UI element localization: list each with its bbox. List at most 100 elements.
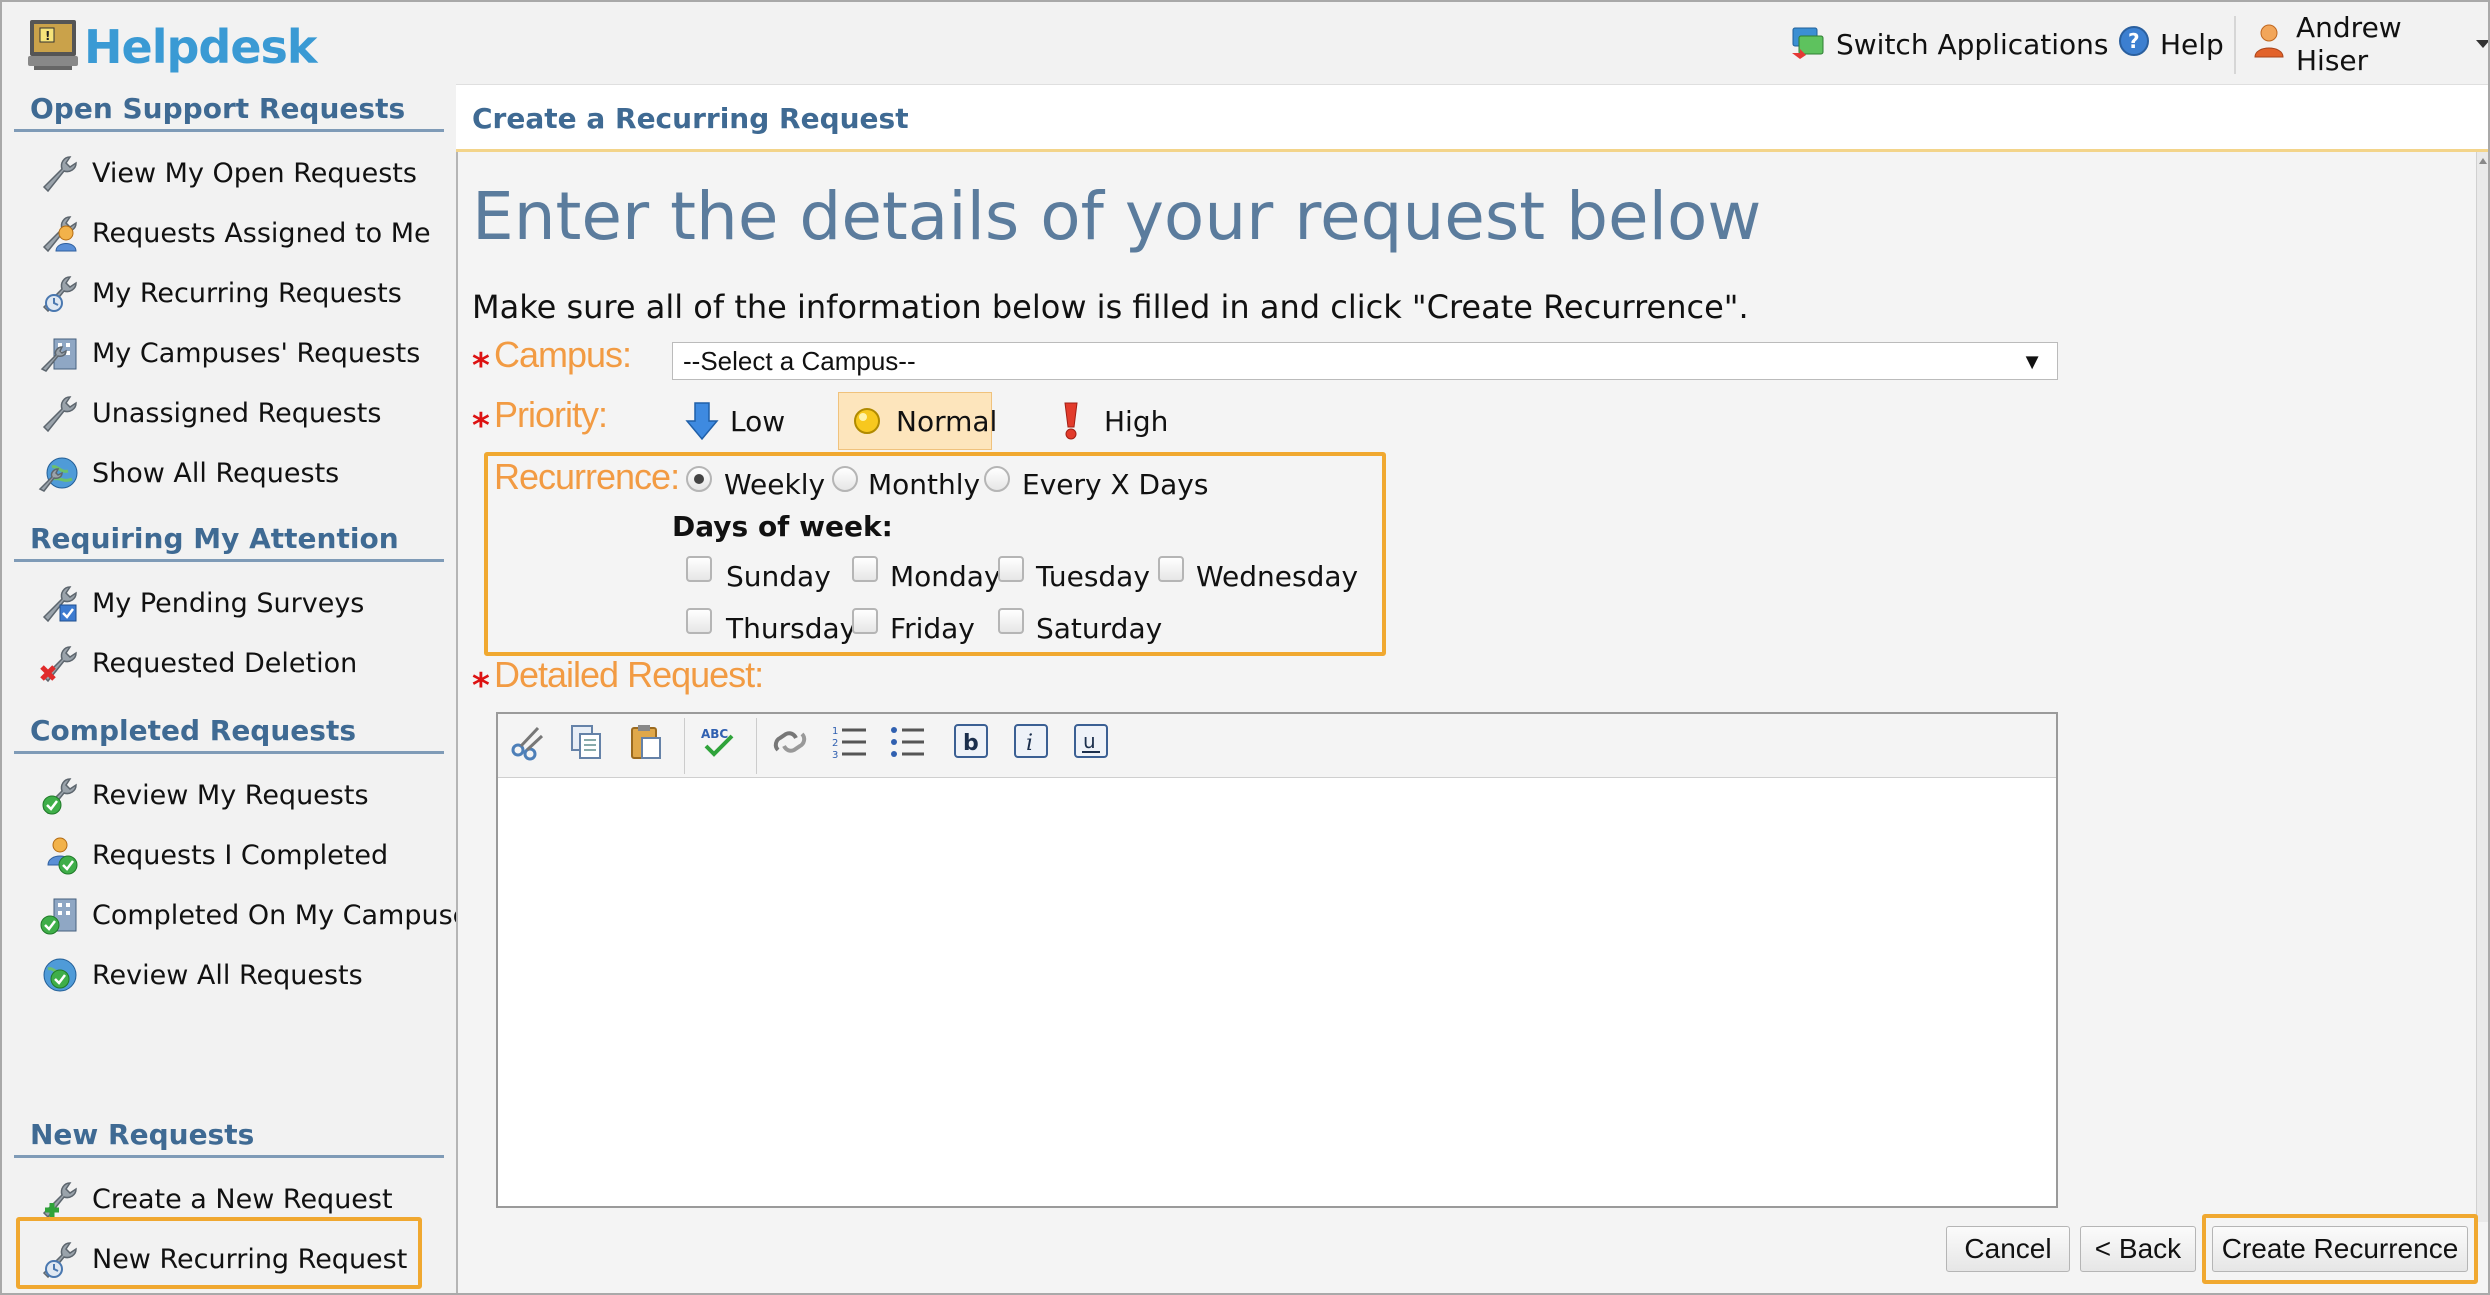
- svg-text:ABC: ABC: [701, 727, 728, 741]
- section-divider: [14, 1155, 444, 1158]
- section-title-new-requests: New Requests: [30, 1118, 255, 1151]
- priority-normal-label: Normal: [896, 404, 998, 438]
- underline-icon[interactable]: u: [1072, 722, 1112, 762]
- bold-icon[interactable]: b: [952, 722, 992, 762]
- wrench-icon: [42, 396, 77, 433]
- copy-icon[interactable]: [566, 722, 606, 762]
- recurrence-every-x-days-label[interactable]: Every X Days: [1022, 468, 1208, 501]
- italic-icon[interactable]: i: [1012, 722, 1052, 762]
- exclamation-icon: [1064, 402, 1078, 440]
- sidebar-item-requested-deletion[interactable]: Requested Deletion: [38, 640, 438, 686]
- sidebar-item-my-campuses-requests[interactable]: My Campuses' Requests: [38, 330, 438, 376]
- delete-wrench-icon: [40, 646, 77, 683]
- day-friday-label[interactable]: Friday: [890, 612, 975, 645]
- recurrence-label: Recurrence:: [494, 456, 680, 497]
- recurrence-weekly-radio[interactable]: [686, 466, 712, 492]
- required-marker: *: [472, 346, 490, 386]
- sidebar-item-requests-assigned-to-me[interactable]: Requests Assigned to Me: [38, 210, 438, 256]
- day-monday-checkbox[interactable]: [852, 556, 878, 582]
- priority-option-normal[interactable]: Normal: [852, 390, 997, 452]
- sidebar-item-show-all-requests[interactable]: Show All Requests: [38, 450, 438, 496]
- svg-text:b: b: [963, 731, 979, 756]
- help-label: Help: [2160, 27, 2224, 61]
- switch-apps-icon: [1790, 23, 1826, 66]
- priority-option-high[interactable]: High: [1056, 390, 1168, 452]
- day-sunday-checkbox[interactable]: [686, 556, 712, 582]
- scroll-up-icon[interactable]: [2476, 152, 2490, 170]
- day-saturday-checkbox[interactable]: [998, 608, 1024, 634]
- day-monday-label[interactable]: Monday: [890, 560, 1001, 593]
- day-wednesday-checkbox[interactable]: [1158, 556, 1184, 582]
- user-avatar-icon: [2252, 23, 2286, 66]
- campus-label: Campus:: [494, 334, 632, 375]
- sidebar-item-view-my-open-requests[interactable]: View My Open Requests: [38, 150, 438, 196]
- sidebar-item-label: My Pending Surveys: [92, 587, 365, 619]
- sidebar-item-requests-i-completed[interactable]: Requests I Completed: [38, 832, 438, 878]
- app-title[interactable]: Helpdesk: [84, 20, 317, 74]
- day-friday-checkbox[interactable]: [852, 608, 878, 634]
- section-title-open-support-requests: Open Support Requests: [30, 92, 406, 125]
- switch-applications-menu[interactable]: Switch Applications: [1790, 22, 2137, 66]
- day-saturday-label[interactable]: Saturday: [1036, 612, 1162, 645]
- numbered-list-icon[interactable]: 1 2 3: [830, 722, 870, 762]
- day-wednesday-label[interactable]: Wednesday: [1196, 560, 1358, 593]
- sidebar-item-label: Requests I Completed: [92, 839, 389, 871]
- cancel-button[interactable]: Cancel: [1946, 1226, 2070, 1272]
- toolbar-separator: [684, 718, 685, 774]
- detailed-request-text[interactable]: [512, 792, 2042, 1192]
- sidebar-item-label: Create a New Request: [92, 1183, 393, 1215]
- sidebar-item-create-a-new-request[interactable]: Create a New Request: [38, 1176, 438, 1222]
- spell-check-icon[interactable]: ABC: [698, 722, 738, 762]
- svg-text:!: !: [45, 29, 50, 43]
- section-divider: [14, 751, 444, 754]
- back-button[interactable]: < Back: [2080, 1226, 2196, 1272]
- recurrence-monthly-label[interactable]: Monthly: [868, 468, 980, 501]
- sidebar-item-label: My Recurring Requests: [92, 277, 402, 309]
- user-menu[interactable]: Andrew Hiser: [2252, 11, 2490, 77]
- help-link[interactable]: ? Help: [2118, 22, 2224, 66]
- sidebar-item-my-recurring-requests[interactable]: My Recurring Requests: [38, 270, 438, 316]
- recurrence-monthly-radio[interactable]: [832, 466, 858, 492]
- sidebar-item-my-pending-surveys[interactable]: My Pending Surveys: [38, 580, 438, 626]
- globe-wrench-icon: [38, 457, 78, 492]
- svg-text:1: 1: [832, 726, 838, 737]
- vertical-scrollbar[interactable]: [2476, 152, 2490, 1222]
- sidebar-item-label: Requests Assigned to Me: [92, 217, 431, 249]
- priority-option-low[interactable]: Low: [684, 390, 785, 452]
- day-thursday-label[interactable]: Thursday: [726, 612, 856, 645]
- required-marker: *: [472, 406, 490, 446]
- sidebar-item-completed-on-my-campuses[interactable]: Completed On My Campuses: [38, 892, 483, 938]
- recurrence-every-x-days-radio[interactable]: [984, 466, 1010, 492]
- priority-low-label: Low: [730, 404, 786, 438]
- sidebar-item-unassigned-requests[interactable]: Unassigned Requests: [38, 390, 438, 436]
- dropdown-arrow-icon: ▼: [2021, 349, 2043, 374]
- day-tuesday-label[interactable]: Tuesday: [1036, 560, 1150, 593]
- day-sunday-label[interactable]: Sunday: [726, 560, 831, 593]
- sidebar-item-review-all-requests[interactable]: Review All Requests: [38, 952, 438, 998]
- form-heading: Enter the details of your request below: [472, 178, 1762, 255]
- section-divider: [14, 129, 444, 132]
- check-wrench-icon: [42, 778, 77, 815]
- sidebar-item-label: Review All Requests: [92, 959, 363, 991]
- building-wrench-icon: [40, 338, 77, 372]
- sidebar-item-label: Review My Requests: [92, 779, 369, 811]
- link-icon[interactable]: [770, 722, 810, 762]
- recurrence-weekly-label[interactable]: Weekly: [724, 468, 825, 501]
- add-wrench-icon: [42, 1182, 77, 1219]
- section-title-requiring-my-attention: Requiring My Attention: [30, 522, 399, 555]
- wrench-icon: [42, 156, 77, 193]
- detailed-request-editor[interactable]: [496, 712, 2058, 1208]
- day-thursday-checkbox[interactable]: [686, 608, 712, 634]
- recurring-wrench-icon: [42, 276, 77, 313]
- section-title-completed-requests: Completed Requests: [30, 714, 356, 747]
- sidebar-item-review-my-requests[interactable]: Review My Requests: [38, 772, 438, 818]
- campus-select[interactable]: --Select a Campus-- ▼: [672, 342, 2058, 380]
- bullet-list-icon[interactable]: [888, 722, 928, 762]
- paste-icon[interactable]: [626, 722, 666, 762]
- sidebar-item-label: Requested Deletion: [92, 647, 358, 679]
- required-marker: *: [472, 666, 490, 706]
- svg-text:2: 2: [832, 738, 838, 749]
- day-tuesday-checkbox[interactable]: [998, 556, 1024, 582]
- cut-icon[interactable]: [508, 722, 548, 762]
- svg-text:?: ?: [2128, 29, 2140, 53]
